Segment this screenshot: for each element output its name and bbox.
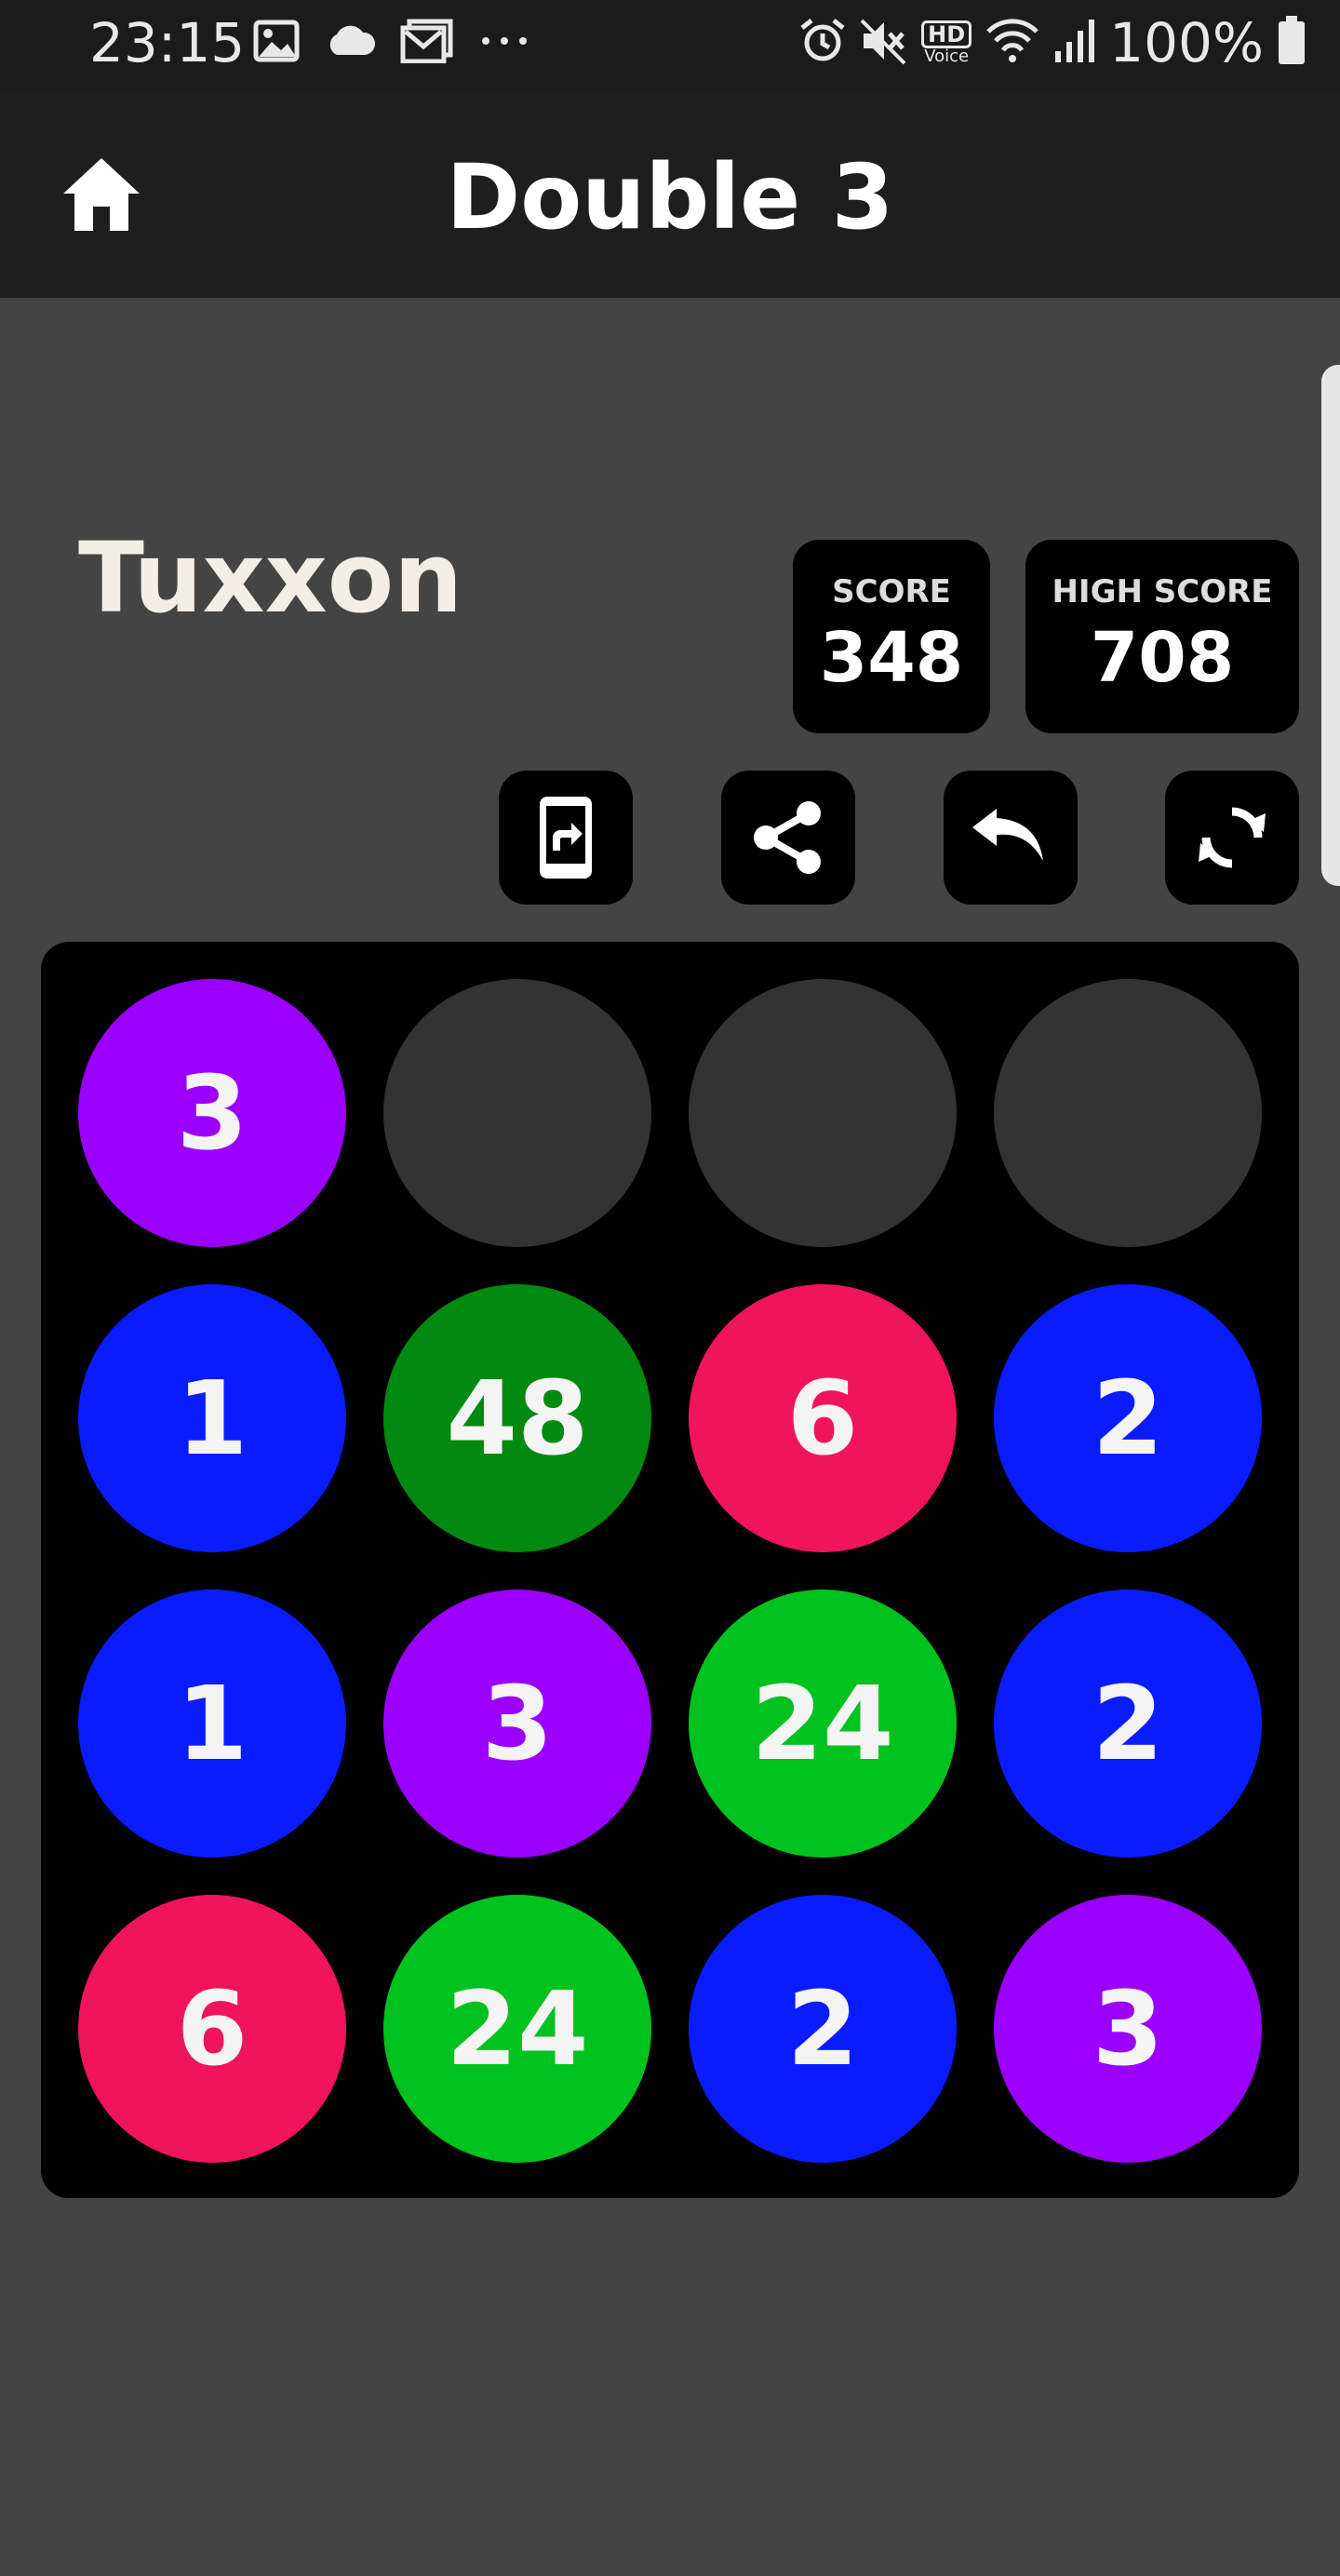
app-bar: Double 3: [0, 89, 1340, 298]
scroll-indicator[interactable]: [1321, 365, 1340, 886]
undo-button[interactable]: [944, 771, 1078, 905]
tile[interactable]: 6: [689, 1284, 957, 1552]
tile[interactable]: 24: [383, 1895, 651, 2163]
app-title: Double 3: [446, 145, 894, 249]
tile[interactable]: 3: [994, 1895, 1262, 2163]
empty-cell[interactable]: [689, 979, 957, 1247]
mail-icon: [400, 19, 454, 67]
signal-icon: [1053, 18, 1096, 68]
more-dots-icon: [478, 32, 530, 54]
tile[interactable]: 24: [689, 1590, 957, 1858]
tile[interactable]: 3: [78, 979, 346, 1247]
status-left-icons: [253, 19, 530, 67]
empty-cell[interactable]: [994, 979, 1262, 1247]
gallery-icon: [253, 20, 300, 66]
share-button[interactable]: [721, 771, 855, 905]
undo-icon: [972, 809, 1043, 861]
score-value: 348: [819, 618, 964, 698]
tile[interactable]: 2: [994, 1284, 1262, 1552]
tile[interactable]: 6: [78, 1895, 346, 2163]
restart-icon: [1199, 807, 1266, 868]
tile[interactable]: 2: [689, 1895, 957, 2163]
empty-cell[interactable]: [383, 979, 651, 1247]
tile[interactable]: 1: [78, 1284, 346, 1552]
tile[interactable]: 2: [994, 1590, 1262, 1858]
switch-device-button[interactable]: [499, 771, 633, 905]
score-box: SCORE 348: [793, 540, 990, 733]
status-time: 23:15: [89, 11, 246, 74]
high-score-label: HIGH SCORE: [1052, 573, 1273, 610]
tile[interactable]: 3: [383, 1590, 651, 1858]
player-name: Tuxxon: [78, 521, 463, 635]
tile[interactable]: 48: [383, 1284, 651, 1552]
mute-icon: [860, 17, 908, 69]
voice-label: Voice: [924, 47, 970, 66]
battery-icon: [1277, 16, 1306, 70]
hd-label: HD: [921, 20, 972, 48]
share-icon: [754, 801, 821, 874]
switch-device-icon: [540, 797, 592, 879]
wifi-icon: [985, 17, 1040, 69]
cloud-icon: [324, 23, 376, 62]
high-score-value: 708: [1090, 618, 1235, 698]
game-board[interactable]: 3 1 48 6 2 1 3 24 2 6 24 2 3: [41, 942, 1299, 2198]
tile[interactable]: 1: [78, 1590, 346, 1858]
status-bar: 23:15 HD Voice 100%: [0, 0, 1340, 89]
battery-percentage: 100%: [1109, 11, 1264, 74]
score-label: SCORE: [832, 573, 951, 610]
restart-button[interactable]: [1165, 771, 1299, 905]
alarm-icon: [798, 17, 847, 69]
status-right-icons: HD Voice 100%: [798, 11, 1306, 74]
high-score-box: HIGH SCORE 708: [1025, 540, 1299, 733]
hd-voice-icon: HD Voice: [921, 20, 972, 65]
